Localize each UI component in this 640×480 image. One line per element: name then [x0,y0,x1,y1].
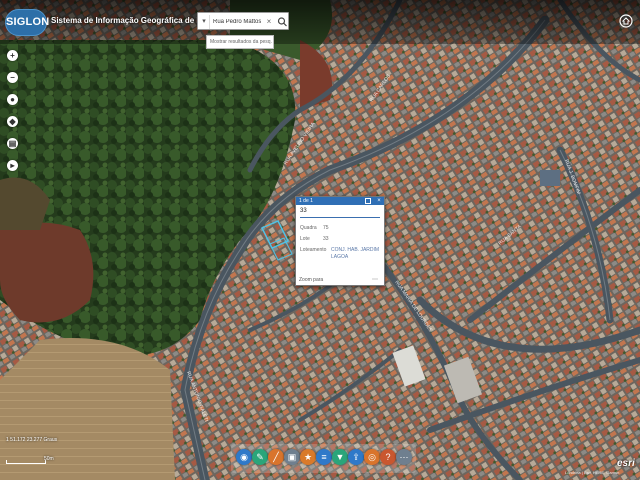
attr-row: Loteamento CONJ. HAB. JARDIM LAGOA [300,247,379,260]
search-source-dropdown-icon[interactable]: ▾ [199,15,210,29]
popup-pager: 1 de 1 [299,198,313,204]
siglon-logo[interactable]: SIGLON [5,9,49,36]
share-icon[interactable]: ⇪ [348,449,364,465]
location-icon[interactable]: ◎ [364,449,380,465]
layer-list-icon[interactable]: ≡ [316,449,332,465]
search-input[interactable] [213,15,261,29]
search-box[interactable]: ▾ × [197,12,289,30]
attr-label: Quadra [300,225,317,231]
search-icon[interactable] [277,15,288,29]
zoom-out-icon[interactable]: − [7,72,18,83]
bookmark-icon[interactable]: ★ [300,449,316,465]
scale-bar [6,460,46,464]
scale-label: 50m [44,456,54,462]
maximize-icon[interactable] [365,198,371,204]
attr-label: Loteamento [300,247,327,253]
top-bar: SIGLON Sistema de Informação Geográfica … [0,0,640,44]
draw-icon[interactable]: ╱ [268,449,284,465]
close-icon[interactable]: × [375,197,383,205]
attr-label: Lote [300,236,310,242]
more-actions-icon[interactable]: ⋯ [372,276,378,283]
attr-row: Quadra 75 [300,225,329,231]
attribution: Londrina | Esri, HERE, Garmin [565,470,620,475]
compass-icon[interactable]: ◆ [7,116,18,127]
attr-value: CONJ. HAB. JARDIM LAGOA [331,247,380,260]
edit-icon[interactable]: ✎ [252,449,268,465]
zoom-to-link[interactable]: Zoom para [299,277,323,283]
popup-title: 33 [300,208,307,214]
measure-icon[interactable]: ▸ [7,160,18,171]
bottom-toolbar: ◉ ✎ ╱ ▣ ★ ≡ ▼ ⇪ ◎? ⋯ [231,444,416,473]
coordinate-readout: 1 51.172 23.277 Graus [6,437,58,443]
attr-value: 75 [323,225,329,231]
search-suggestion[interactable]: Mostrar resultados da pesq. [206,35,274,49]
print-icon[interactable]: ▣ [284,449,300,465]
more-icon[interactable]: ⋯ [396,449,412,465]
basemap-icon[interactable]: ◉ [236,449,252,465]
attr-value: 33 [323,236,329,242]
popup-header: 1 de 1 × [296,197,384,205]
clear-search-icon[interactable]: × [264,15,274,29]
locate-icon[interactable]: ● [7,94,18,105]
filter-icon[interactable]: ▼ [332,449,348,465]
popup-divider [300,217,380,218]
map-tools: + − ● ◆ ▤ ▸ [7,50,20,182]
feature-popup: 1 de 1 × 33 Quadra 75 Lote 33 Loteamento… [295,196,385,286]
zoom-in-icon[interactable]: + [7,50,18,61]
help-icon[interactable]: ? [380,449,396,465]
esri-logo: esri [617,458,635,469]
layers-icon[interactable]: ▤ [7,138,18,149]
home-icon[interactable] [619,14,633,28]
attr-row: Lote 33 [300,236,329,242]
